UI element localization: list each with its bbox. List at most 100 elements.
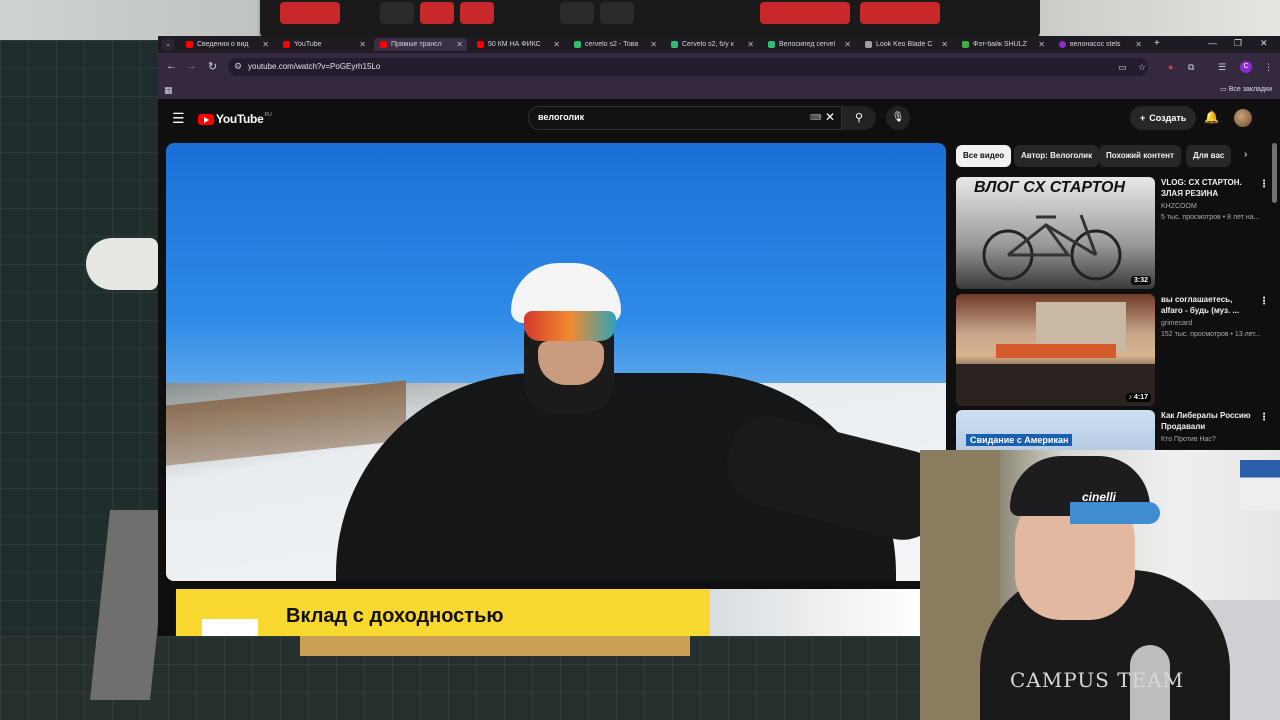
- profile-avatar[interactable]: C: [1240, 61, 1252, 73]
- close-tab-icon[interactable]: ✕: [456, 40, 463, 49]
- maximize-icon[interactable]: ❐: [1234, 38, 1242, 49]
- recommendation-title[interactable]: вы соглашаетесь, alfaro - будь (муз. ...: [1161, 294, 1253, 316]
- folder-icon: ▭: [1220, 86, 1229, 93]
- tab-strip: ⌄ Сведения о вид ✕ YouTube ✕ Прямые тран…: [158, 36, 1280, 53]
- chip-all-videos[interactable]: Все видео: [956, 145, 1012, 167]
- keyboard-icon[interactable]: ⌨: [810, 113, 822, 122]
- browser-tab-active[interactable]: Прямые трансл ✕: [374, 38, 467, 51]
- keyboard: [260, 0, 1040, 38]
- channel-name[interactable]: grimecard: [1161, 320, 1192, 327]
- search-button[interactable]: ⚲: [842, 106, 876, 130]
- apps-grid-icon[interactable]: ▦: [164, 85, 173, 96]
- video-goggles: [524, 311, 616, 341]
- filter-chips: Все видео Автор: Велоголик Похожий конте…: [956, 145, 1256, 169]
- recommendation-title[interactable]: VLOG: CX СТАРТОН. ЗЛАЯ РЕЗИНА: [1161, 177, 1253, 199]
- browser-tab[interactable]: Look Keo Blade C ✕: [859, 38, 952, 51]
- close-tab-icon[interactable]: ✕: [262, 40, 269, 49]
- webcam-cap-visor: [1070, 502, 1160, 524]
- plus-icon: +: [1140, 113, 1146, 123]
- browser-tab[interactable]: Велосипед cervel ✕: [762, 38, 855, 51]
- more-actions-icon[interactable]: ⋮: [1259, 179, 1269, 190]
- forward-icon[interactable]: →: [186, 60, 197, 72]
- url-text[interactable]: youtube.com/watch?v=PoGEyrh15Lo: [248, 62, 380, 71]
- close-tab-icon[interactable]: ✕: [359, 40, 366, 49]
- shirt-text: CAMPUS TEAM: [1010, 668, 1185, 692]
- video-duration: ♪ 4:17: [1125, 393, 1151, 402]
- close-tab-icon[interactable]: ✕: [844, 40, 851, 49]
- thumbnail-caption: Свидание с Американ: [966, 434, 1073, 446]
- address-bar[interactable]: ⚙ youtube.com/watch?v=PoGEyrh15Lo: [228, 58, 1148, 76]
- extensions-puzzle-icon[interactable]: ⧉: [1188, 62, 1194, 73]
- chip-similar[interactable]: Похожий контент: [1099, 145, 1181, 167]
- video-meta: 5 тыс. просмотров • 8 лет на...: [1161, 214, 1260, 221]
- video-player[interactable]: [166, 143, 946, 581]
- create-button[interactable]: + Создать: [1130, 106, 1197, 130]
- chip-by-author[interactable]: Автор: Велоголик: [1014, 145, 1100, 167]
- cast-icon[interactable]: ▭: [1118, 62, 1127, 73]
- browser-tab[interactable]: Cervelo s2, б/у к ✕: [665, 38, 758, 51]
- browser-toolbar: ← → ↻ ⚙ youtube.com/watch?v=PoGEyrh15Lo …: [158, 53, 1280, 81]
- channel-name[interactable]: KHZCOOM: [1161, 203, 1197, 210]
- ad-banner[interactable]: Вклад с доходностью: [176, 589, 920, 636]
- more-actions-icon[interactable]: ⋮: [1259, 412, 1269, 423]
- browser-tab[interactable]: Фэт-байк SHULZ ✕: [956, 38, 1049, 51]
- marketplace-favicon-icon: [574, 41, 581, 48]
- voice-search-button[interactable]: 🎙: [886, 106, 910, 130]
- channel-name[interactable]: Кто Против Нас?: [1161, 436, 1216, 443]
- browser-tab[interactable]: 50 КМ НА ФИКС ✕: [471, 38, 564, 51]
- chip-for-you[interactable]: Для вас: [1186, 145, 1232, 167]
- youtube-logo[interactable]: YouTube RU: [198, 112, 272, 126]
- search-icon: ⚲: [854, 112, 864, 124]
- search-input[interactable]: велоголик ⌨ ✕: [528, 106, 842, 130]
- youtube-header: ☰ YouTube RU велоголик ⌨ ✕ ⚲ 🎙 + Создать…: [158, 99, 1280, 139]
- new-tab-icon[interactable]: +: [1154, 38, 1160, 49]
- tab-groups-icon[interactable]: ☰: [1218, 62, 1226, 73]
- browser-tab[interactable]: YouTube ✕: [277, 38, 370, 51]
- marketplace-favicon-icon: [671, 41, 678, 48]
- ad-image: [710, 589, 920, 636]
- video-thumbnail[interactable]: ♪ 4:17: [956, 294, 1155, 406]
- site-info-icon[interactable]: ⚙: [234, 61, 242, 72]
- browser-tab[interactable]: велонасос stels ✕: [1053, 38, 1146, 51]
- clear-search-icon[interactable]: ✕: [825, 110, 835, 124]
- page-favicon-icon: [962, 41, 969, 48]
- reload-icon[interactable]: ↻: [208, 60, 217, 73]
- tram-thumbnail-art: [956, 302, 1155, 406]
- browser-tab[interactable]: cervelo s2 - Това ✕: [568, 38, 661, 51]
- close-tab-icon[interactable]: ✕: [941, 40, 948, 49]
- youtube-favicon-icon: [186, 41, 193, 48]
- video-duration: 3:32: [1130, 276, 1151, 285]
- recommendation-item[interactable]: ВЛОГ СХ СТАРТОН 3:32 VLOG: CX СТАРТОН. З…: [956, 177, 1278, 289]
- webcam-overlay: cinelli CAMPUS TEAM: [920, 450, 1280, 720]
- circuit-board: [300, 636, 690, 656]
- recommendation-title[interactable]: Как Либералы Россию Продавали: [1161, 410, 1253, 432]
- close-tab-icon[interactable]: ✕: [650, 40, 657, 49]
- recommendation-item[interactable]: ♪ 4:17 вы соглашаетесь, alfaro - будь (м…: [956, 294, 1278, 406]
- background-object: [86, 238, 158, 290]
- youtube-favicon-icon: [380, 41, 387, 48]
- browser-menu-icon[interactable]: ⋮: [1264, 62, 1273, 73]
- menu-hamburger-icon[interactable]: ☰: [172, 110, 185, 127]
- page-favicon-icon: [865, 41, 872, 48]
- more-actions-icon[interactable]: ⋮: [1259, 296, 1269, 307]
- browser-tab[interactable]: Сведения о вид ✕: [180, 38, 273, 51]
- chevron-right-icon[interactable]: ›: [1244, 149, 1247, 160]
- close-window-icon[interactable]: ✕: [1260, 38, 1268, 49]
- back-icon[interactable]: ←: [166, 60, 177, 72]
- minimize-icon[interactable]: —: [1208, 38, 1217, 48]
- ad-logo: [202, 619, 258, 636]
- close-tab-icon[interactable]: ✕: [1038, 40, 1045, 49]
- microphone-icon: 🎙: [891, 112, 905, 123]
- video-thumbnail[interactable]: ВЛОГ СХ СТАРТОН 3:32: [956, 177, 1155, 289]
- close-tab-icon[interactable]: ✕: [747, 40, 754, 49]
- close-tab-icon[interactable]: ✕: [1135, 40, 1142, 49]
- notifications-bell-icon[interactable]: 🔔: [1204, 110, 1219, 124]
- bookmark-star-icon[interactable]: ☆: [1138, 62, 1146, 73]
- close-tab-icon[interactable]: ✕: [553, 40, 560, 49]
- extension-icon[interactable]: ●: [1168, 62, 1173, 72]
- search-query[interactable]: велоголик: [538, 112, 584, 122]
- tab-search-button[interactable]: ⌄: [162, 39, 174, 50]
- bookmarks-bar: ▦ ▭ Все закладки: [158, 81, 1280, 99]
- all-bookmarks-button[interactable]: ▭ Все закладки: [1220, 85, 1272, 93]
- account-avatar[interactable]: [1234, 109, 1252, 127]
